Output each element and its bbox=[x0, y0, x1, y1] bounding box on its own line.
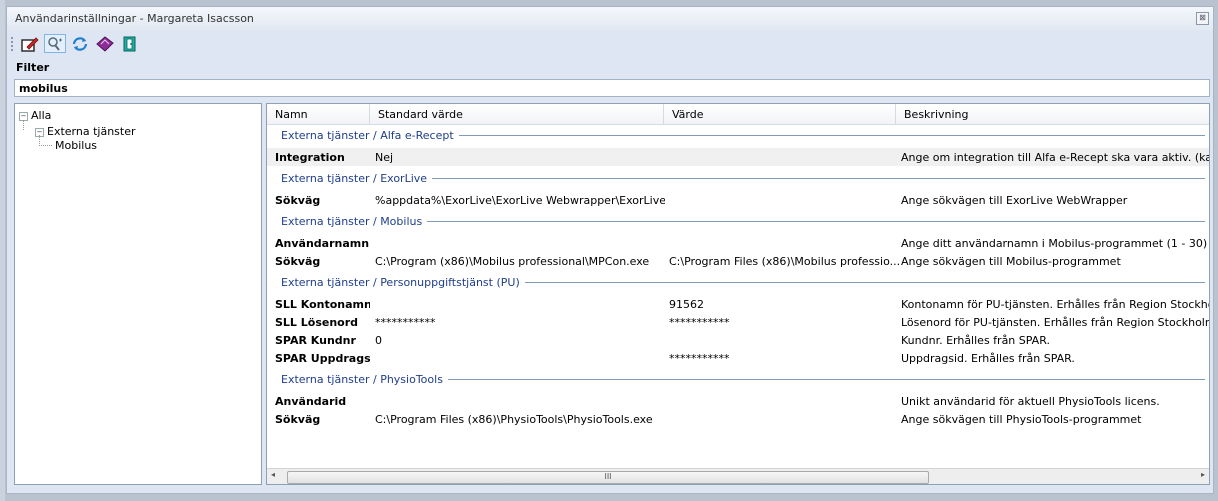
cell-namn: SLL Lösenord bbox=[275, 316, 359, 329]
scrollbar-thumb[interactable]: III bbox=[287, 471, 929, 484]
horizontal-scrollbar[interactable]: ◂ III ▸ bbox=[267, 468, 1209, 484]
desktop-edge bbox=[0, 0, 5, 501]
table-row[interactable]: Integration Nej Ange om integration till A… bbox=[267, 148, 1210, 166]
group-title: Externa tjänster / PhysioTools bbox=[281, 373, 448, 386]
cell-beskrivning: Unikt användarid för aktuell PhysioTools… bbox=[901, 395, 1160, 408]
search-user-icon[interactable] bbox=[44, 34, 66, 53]
table-row[interactable]: Sökväg C:\Program Files (x86)\PhysioTools… bbox=[267, 410, 1209, 428]
cell-beskrivning: Ange sökvägen till Mobilus-programmet bbox=[901, 255, 1121, 268]
grid-header: Namn Standard värde Värde Beskrivning bbox=[267, 104, 1209, 125]
column-header-standard-varde[interactable]: Standard värde bbox=[370, 104, 664, 124]
cell-namn: SPAR Kundnr bbox=[275, 334, 356, 347]
column-header-varde[interactable]: Värde bbox=[664, 104, 896, 124]
table-row[interactable]: SPAR Uppdragsid *********** Uppdragsid. Er… bbox=[267, 349, 1209, 367]
tree-connector bbox=[39, 135, 52, 146]
table-row[interactable]: SLL Lösenord *********** *********** Löseno… bbox=[267, 313, 1210, 331]
column-header-beskrivning[interactable]: Beskrivning bbox=[896, 104, 1209, 124]
table-row[interactable]: Användarnamn Ange ditt användarnamn i Mob… bbox=[267, 234, 1209, 252]
edit-icon[interactable] bbox=[19, 34, 41, 53]
cell-standard-varde: C:\Program (x86)\Mobilus professional\MP… bbox=[375, 255, 650, 268]
table-row[interactable]: SLL Kontonamn 91562 Kontonamn för PU-tjäns… bbox=[267, 295, 1210, 313]
cell-namn: Användarnamn bbox=[275, 237, 370, 250]
book-icon[interactable] bbox=[94, 34, 116, 53]
cell-standard-varde: 0 bbox=[375, 334, 382, 347]
tree-connector bbox=[23, 120, 25, 130]
column-header-namn[interactable]: Namn bbox=[267, 104, 370, 124]
cell-beskrivning: Ange sökvägen till ExorLive WebWrapper bbox=[901, 194, 1128, 207]
cell-namn: Sökväg bbox=[275, 255, 321, 268]
settings-window: Användarinställningar - Margareta Isacss… bbox=[6, 6, 1214, 494]
cell-namn: Integration bbox=[275, 151, 345, 164]
cell-standard-varde: C:\Program Files (x86)\PhysioTools\Physi… bbox=[375, 413, 653, 426]
title-bar: Användarinställningar - Margareta Isacss… bbox=[7, 7, 1213, 31]
table-row[interactable]: Sökväg %appdata%\ExorLive\ExorLive Webwra… bbox=[267, 191, 1209, 209]
cell-varde: *********** bbox=[669, 352, 730, 365]
category-tree: − Alla − Externa tjänster Mobilus bbox=[14, 103, 262, 485]
exit-door-icon[interactable] bbox=[119, 34, 141, 53]
cell-varde: 91562 bbox=[669, 298, 704, 311]
toolbar-grip[interactable] bbox=[11, 37, 15, 51]
cell-standard-varde: Nej bbox=[375, 151, 394, 164]
cell-varde: C:\Program Files (x86)\Mobilus professio… bbox=[669, 255, 901, 268]
group-header: Externa tjänster / PhysioTools bbox=[267, 370, 1209, 388]
cell-beskrivning: Uppdragsid. Erhålles från SPAR. bbox=[901, 352, 1075, 365]
cell-beskrivning: Kundnr. Erhålles från SPAR. bbox=[901, 334, 1050, 347]
cell-beskrivning: Kontonamn för PU-tjänsten. Erhålles från… bbox=[901, 298, 1210, 311]
group-title: Externa tjänster / Mobilus bbox=[281, 215, 428, 228]
cell-namn: SLL Kontonamn bbox=[275, 298, 370, 311]
scroll-left-icon[interactable]: ◂ bbox=[271, 470, 275, 479]
window-title: Användarinställningar - Margareta Isacss… bbox=[15, 12, 254, 25]
cell-beskrivning: Ange om integration till Alfa e-Recept s… bbox=[901, 151, 1210, 164]
cell-namn: Sökväg bbox=[275, 194, 321, 207]
tree-node-label: Alla bbox=[31, 109, 52, 122]
group-header: Externa tjänster / Mobilus bbox=[267, 212, 1209, 230]
cell-standard-varde: %appdata%\ExorLive\ExorLive Webwrapper\E… bbox=[375, 194, 665, 207]
tree-node-label: Externa tjänster bbox=[47, 125, 136, 138]
group-title: Externa tjänster / ExorLive bbox=[281, 172, 433, 185]
table-row[interactable]: Sökväg C:\Program (x86)\Mobilus professio… bbox=[267, 252, 1209, 270]
tree-node-label: Mobilus bbox=[55, 139, 98, 152]
cell-standard-varde: *********** bbox=[375, 316, 436, 329]
refresh-icon[interactable] bbox=[69, 34, 91, 53]
settings-grid: Namn Standard värde Värde Beskrivning Ex… bbox=[266, 103, 1210, 485]
close-icon[interactable]: ⊠ bbox=[1196, 12, 1209, 25]
cell-namn: Sökväg bbox=[275, 413, 321, 426]
group-header: Externa tjänster / Alfa e-Recept bbox=[267, 126, 1209, 144]
group-title: Externa tjänster / Alfa e-Recept bbox=[281, 129, 459, 142]
filter-input[interactable]: mobilus bbox=[14, 79, 1210, 97]
group-header: Externa tjänster / ExorLive bbox=[267, 169, 1209, 187]
cell-namn: Användarid bbox=[275, 395, 347, 408]
group-title: Externa tjänster / Personuppgiftstjänst … bbox=[281, 276, 525, 289]
cell-beskrivning: Ange sökvägen till PhysioTools-programme… bbox=[901, 413, 1142, 426]
tree-node-mobilus[interactable]: Mobilus bbox=[55, 139, 97, 152]
cell-beskrivning: Ange ditt användarnamn i Mobilus-program… bbox=[901, 237, 1208, 250]
cell-beskrivning: Lösenord för PU-tjänsten. Erhålles från … bbox=[901, 316, 1210, 329]
cell-varde: *********** bbox=[669, 316, 730, 329]
table-row[interactable]: Användarid Unikt användarid för aktuell P… bbox=[267, 392, 1209, 410]
scroll-right-icon[interactable]: ▸ bbox=[1201, 470, 1205, 479]
filter-label: Filter bbox=[16, 61, 50, 74]
group-header: Externa tjänster / Personuppgiftstjänst … bbox=[267, 273, 1209, 291]
cell-namn: SPAR Uppdragsid bbox=[275, 352, 370, 365]
toolbar bbox=[7, 31, 1213, 55]
table-row[interactable]: SPAR Kundnr 0 Kundnr. Erhålles från SPAR. bbox=[267, 331, 1209, 349]
